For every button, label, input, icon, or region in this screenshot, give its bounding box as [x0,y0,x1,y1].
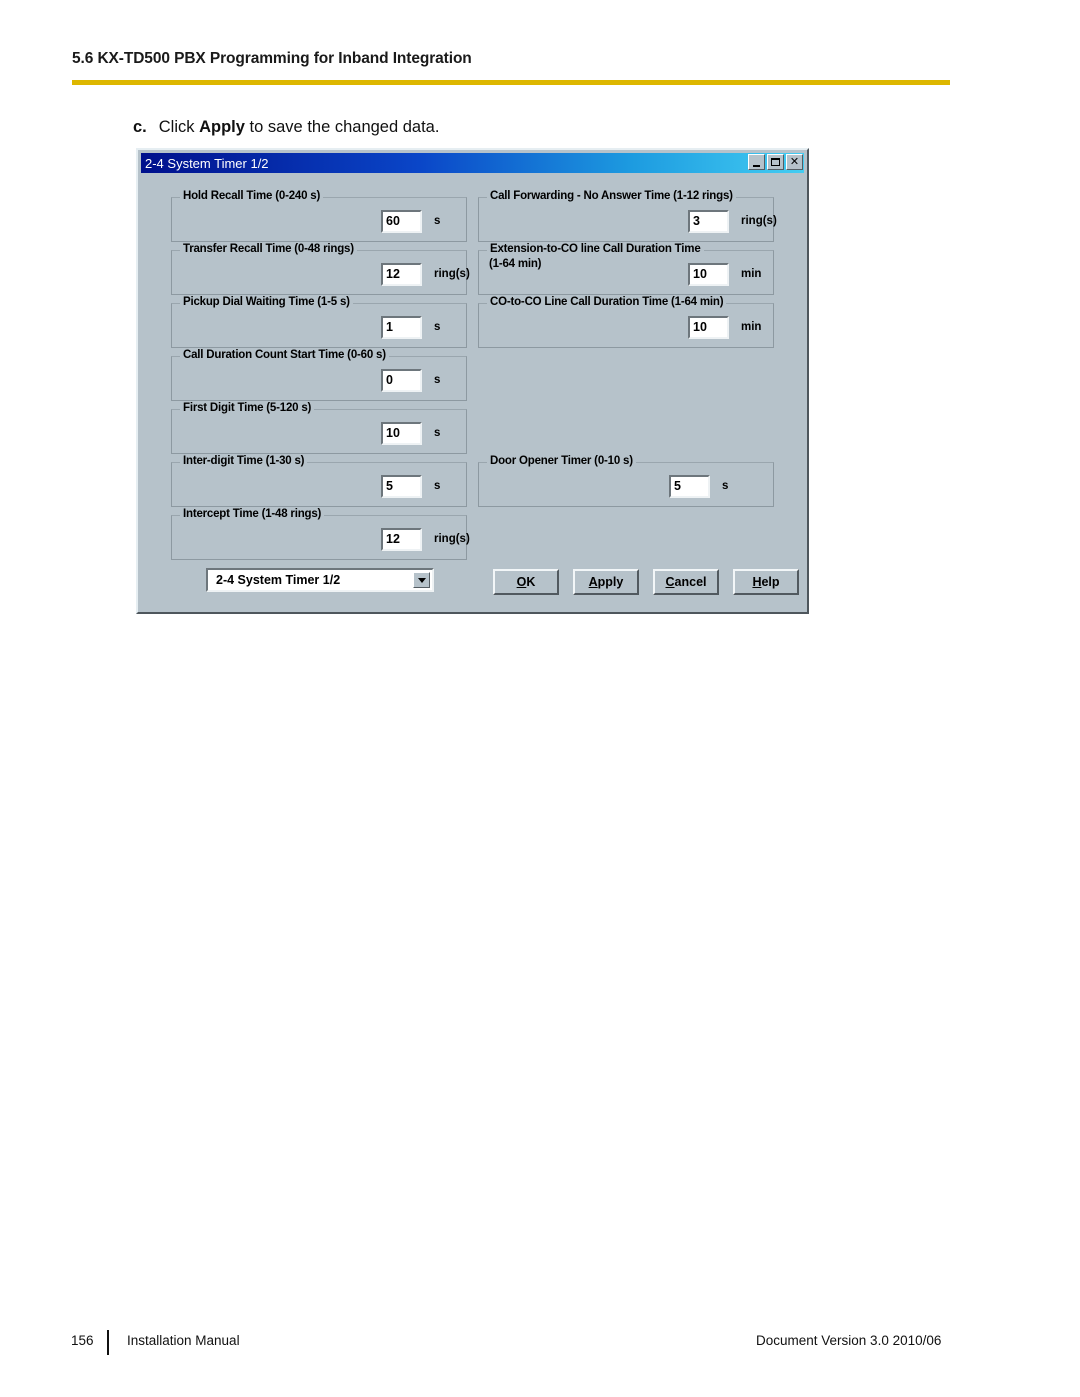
ok-button-mnemonic: O [516,575,527,589]
group-label: Inter-digit Time (1-30 s) [180,455,308,467]
system-timer-dialog: 2-4 System Timer 1/2 ✕ Hold Recall Time … [136,148,809,614]
pickup-dial-waiting-time-unit: s [434,321,441,333]
group-intercept-time: Intercept Time (1-48 rings) 12 ring(s) [171,508,470,560]
cancel-button[interactable]: Cancel [653,569,719,595]
cancel-button-mnemonic: C [665,575,675,589]
group-transfer-recall-time: Transfer Recall Time (0-48 rings) 12 rin… [171,243,470,295]
maximize-icon[interactable] [767,154,784,170]
close-icon[interactable]: ✕ [786,154,803,170]
group-inter-digit-time: Inter-digit Time (1-30 s) 5 s [171,455,467,507]
dialog-button-row: OK Apply Cancel Help [493,569,799,595]
manual-name: Installation Manual [127,1333,240,1348]
first-digit-time-unit: s [434,427,441,439]
footer-divider [107,1330,109,1355]
page-number: 156 [71,1333,94,1348]
ok-button[interactable]: OK [493,569,559,595]
co-to-co-line-call-duration-time-unit: min [741,321,762,333]
group-label: CO-to-CO Line Call Duration Time (1-64 m… [487,296,727,308]
group-extension-to-co-line-call-duration-time: Extension-to-CO line Call Duration Time … [478,243,774,295]
window-controls: ✕ [748,154,803,170]
group-call-forwarding-no-answer-time: Call Forwarding - No Answer Time (1-12 r… [478,190,777,242]
call-forwarding-no-answer-time-unit: ring(s) [741,215,777,227]
group-label: Transfer Recall Time (0-48 rings) [180,243,357,255]
group-first-digit-time: First Digit Time (5-120 s) 10 s [171,402,467,454]
ok-button-label: K [526,575,536,589]
hold-recall-time-unit: s [434,215,441,227]
page-footer: 156 Installation Manual Document Version… [0,1330,1080,1360]
transfer-recall-time-input[interactable]: 12 [381,263,422,286]
call-duration-count-start-time-input[interactable]: 0 [381,369,422,392]
call-duration-count-start-time-unit: s [434,374,441,386]
pickup-dial-waiting-time-input[interactable]: 1 [381,316,422,339]
intercept-time-input[interactable]: 12 [381,528,422,551]
instruction-line: c. Click Apply to save the changed data. [133,118,439,137]
group-label: Door Opener Timer (0-10 s) [487,455,636,467]
document-version: Document Version 3.0 2010/06 [756,1333,942,1348]
page-header: 5.6 KX-TD500 PBX Programming for Inband … [72,50,952,68]
dialog-body: Hold Recall Time (0-240 s) 60 s Transfer… [141,175,804,609]
group-door-opener-timer: Door Opener Timer (0-10 s) 5 s [478,455,774,507]
group-label: Hold Recall Time (0-240 s) [180,190,324,202]
first-digit-time-input[interactable]: 10 [381,422,422,445]
group-label: Pickup Dial Waiting Time (1-5 s) [180,296,353,308]
hold-recall-time-input[interactable]: 60 [381,210,422,233]
group-label: Call Duration Count Start Time (0-60 s) [180,349,389,361]
page-title: 5.6 KX-TD500 PBX Programming for Inband … [72,50,472,67]
door-opener-timer-unit: s [722,480,729,492]
intercept-time-unit: ring(s) [434,533,470,545]
minimize-icon[interactable] [748,154,765,170]
call-forwarding-no-answer-time-input[interactable]: 3 [688,210,729,233]
extension-to-co-line-call-duration-time-input[interactable]: 10 [688,263,729,286]
apply-button[interactable]: Apply [573,569,639,595]
instruction-emphasis: Apply [199,118,245,136]
instruction-text-after: to save the changed data. [244,118,440,136]
apply-button-label: pply [597,575,624,589]
chevron-down-icon[interactable] [413,572,430,588]
group-label: Call Forwarding - No Answer Time (1-12 r… [487,190,736,202]
extension-to-co-line-call-duration-time-unit: min [741,268,762,280]
group-pickup-dial-waiting-time: Pickup Dial Waiting Time (1-5 s) 1 s [171,296,467,348]
apply-button-mnemonic: A [588,575,598,589]
help-button-mnemonic: H [752,575,762,589]
group-label: First Digit Time (5-120 s) [180,402,315,414]
inter-digit-time-input[interactable]: 5 [381,475,422,498]
header-divider-rule [72,80,950,85]
dialog-title: 2-4 System Timer 1/2 [145,155,269,171]
help-button[interactable]: Help [733,569,799,595]
group-label-line2: (1-64 min) [489,258,542,270]
screen-selector-dropdown[interactable]: 2-4 System Timer 1/2 [206,568,434,592]
group-co-to-co-line-call-duration-time: CO-to-CO Line Call Duration Time (1-64 m… [478,296,774,348]
instruction-text-before: Click [158,118,200,136]
group-hold-recall-time: Hold Recall Time (0-240 s) 60 s [171,190,467,242]
instruction-step-label: c. [133,118,147,136]
help-button-label: elp [761,575,780,589]
screen-selector-value: 2-4 System Timer 1/2 [216,573,341,587]
door-opener-timer-input[interactable]: 5 [669,475,710,498]
co-to-co-line-call-duration-time-input[interactable]: 10 [688,316,729,339]
group-label: Intercept Time (1-48 rings) [180,508,325,520]
group-call-duration-count-start-time: Call Duration Count Start Time (0-60 s) … [171,349,467,401]
group-label: Extension-to-CO line Call Duration Time [487,243,704,255]
transfer-recall-time-unit: ring(s) [434,268,470,280]
dialog-titlebar[interactable]: 2-4 System Timer 1/2 ✕ [141,153,804,173]
cancel-button-label: ancel [674,575,707,589]
inter-digit-time-unit: s [434,480,441,492]
